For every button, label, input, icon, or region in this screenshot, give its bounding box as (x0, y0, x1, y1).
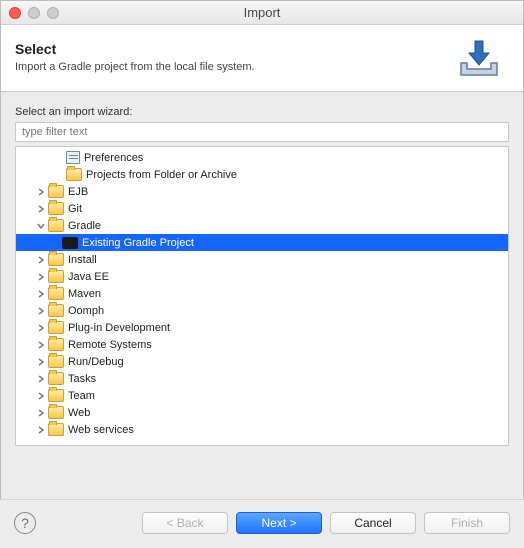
tree-folder-label: Gradle (68, 220, 101, 232)
pref-icon (66, 151, 80, 164)
gradle-icon (62, 237, 78, 249)
tree-folder-label: Java EE (68, 271, 109, 283)
help-button[interactable]: ? (14, 512, 36, 534)
folder-icon (48, 406, 64, 419)
tree-item-label: Preferences (84, 152, 143, 164)
tree-folder-label: Install (68, 254, 97, 266)
tree-folder[interactable]: Oomph (16, 302, 508, 319)
folder-icon (48, 304, 64, 317)
chevron-right-icon[interactable] (36, 272, 46, 282)
wizard-tree[interactable]: Preferences Projects from Folder or Archi… (15, 146, 509, 446)
tree-folder[interactable]: Tasks (16, 370, 508, 387)
chevron-right-icon[interactable] (36, 374, 46, 384)
dialog-footer: ? < Back Next > Cancel Finish (0, 499, 524, 548)
tree-folder[interactable]: Remote Systems (16, 336, 508, 353)
window-title: Import (1, 5, 523, 20)
tree-folder[interactable]: EJB (16, 183, 508, 200)
chevron-right-icon[interactable] (36, 306, 46, 316)
chevron-right-icon[interactable] (36, 357, 46, 367)
tree-folder-label: Git (68, 203, 82, 215)
page-subtitle: Import a Gradle project from the local f… (15, 61, 255, 73)
filter-input[interactable] (15, 122, 509, 142)
folder-icon (66, 168, 82, 181)
tree-folder-label: Tasks (68, 373, 96, 385)
chevron-down-icon[interactable] (36, 221, 46, 231)
tree-item-gradle-project[interactable]: Existing Gradle Project (16, 234, 508, 251)
folder-icon (48, 338, 64, 351)
folder-icon (48, 253, 64, 266)
import-icon (455, 35, 503, 79)
tree-folder-label: Plug-in Development (68, 322, 170, 334)
chevron-right-icon[interactable] (36, 204, 46, 214)
tree-folder[interactable]: Install (16, 251, 508, 268)
back-button: < Back (142, 512, 228, 534)
folder-icon (48, 270, 64, 283)
folder-icon (48, 185, 64, 198)
tree-folder-label: Maven (68, 288, 101, 300)
chevron-right-icon[interactable] (36, 187, 46, 197)
tree-folder-label: Web services (68, 424, 134, 436)
chevron-right-icon[interactable] (36, 425, 46, 435)
folder-icon (48, 372, 64, 385)
dialog-header: Select Import a Gradle project from the … (1, 25, 523, 92)
tree-folder-label: Web (68, 407, 90, 419)
tree-folder[interactable]: Web (16, 404, 508, 421)
tree-item[interactable]: Projects from Folder or Archive (16, 166, 508, 183)
tree-folder[interactable]: Java EE (16, 268, 508, 285)
chevron-right-icon[interactable] (36, 323, 46, 333)
next-button[interactable]: Next > (236, 512, 322, 534)
folder-icon (48, 389, 64, 402)
tree-folder[interactable]: Plug-in Development (16, 319, 508, 336)
tree-folder[interactable]: Run/Debug (16, 353, 508, 370)
tree-folder[interactable]: Git (16, 200, 508, 217)
folder-icon (48, 202, 64, 215)
chevron-right-icon[interactable] (36, 408, 46, 418)
chevron-right-icon[interactable] (36, 289, 46, 299)
tree-folder-label: Remote Systems (68, 339, 152, 351)
chevron-right-icon[interactable] (36, 340, 46, 350)
tree-folder-label: Team (68, 390, 95, 402)
folder-icon (48, 355, 64, 368)
tree-folder[interactable]: Maven (16, 285, 508, 302)
tree-folder[interactable]: Team (16, 387, 508, 404)
finish-button: Finish (424, 512, 510, 534)
tree-folder-label: Run/Debug (68, 356, 124, 368)
page-title: Select (15, 41, 255, 57)
tree-item-label: Existing Gradle Project (82, 237, 194, 249)
chevron-right-icon[interactable] (36, 391, 46, 401)
wizard-label: Select an import wizard: (15, 106, 509, 118)
tree-folder-label: Oomph (68, 305, 104, 317)
folder-icon (48, 287, 64, 300)
chevron-right-icon[interactable] (36, 255, 46, 265)
titlebar: Import (1, 1, 523, 25)
tree-folder[interactable]: Gradle (16, 217, 508, 234)
tree-folder-label: EJB (68, 186, 88, 198)
tree-item[interactable]: Preferences (16, 149, 508, 166)
tree-item-label: Projects from Folder or Archive (86, 169, 237, 181)
cancel-button[interactable]: Cancel (330, 512, 416, 534)
folder-icon (48, 219, 64, 232)
folder-icon (48, 321, 64, 334)
tree-folder[interactable]: Web services (16, 421, 508, 438)
folder-icon (48, 423, 64, 436)
